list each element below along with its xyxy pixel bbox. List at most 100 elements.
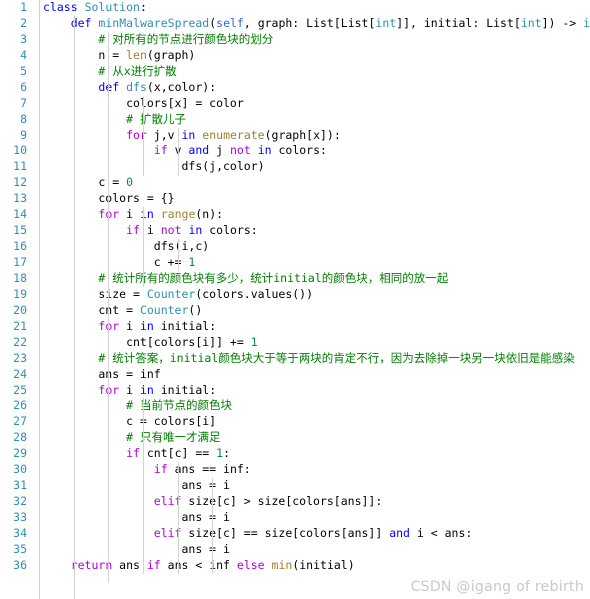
line-number: 15 xyxy=(13,223,27,238)
code-line[interactable]: 13 colors = {} xyxy=(0,191,590,207)
line-number: 18 xyxy=(13,270,27,285)
code-line-text: cnt[colors[i]] += 1 xyxy=(43,334,258,349)
code-line-text: return ans if ans < inf else min(initial… xyxy=(70,557,355,572)
code-line-text: ans = i xyxy=(43,478,230,493)
code-line-text: if cnt[c] == 1: xyxy=(126,446,230,461)
code-line-text: # 对所有的节点进行颜色块的划分 xyxy=(98,31,274,46)
code-line-text: for i in initial: xyxy=(98,382,217,397)
line-number: 14 xyxy=(13,207,27,222)
line-number: 30 xyxy=(13,462,27,477)
indent-guide xyxy=(143,398,144,574)
code-lines-container[interactable]: 1 class Solution: 2 def minMalwareSpread(s… xyxy=(0,0,590,574)
code-line[interactable]: 21 for i in initial: xyxy=(0,319,590,335)
code-line-text: c = colors[i] xyxy=(43,414,217,429)
line-number: 9 xyxy=(20,127,27,142)
line-number: 17 xyxy=(13,255,27,269)
line-number: 11 xyxy=(13,159,27,174)
line-number: 24 xyxy=(13,366,27,381)
code-line[interactable]: 34 elif size[c] == size[colors[ans]] and… xyxy=(0,526,590,542)
code-line-text: # 统计答案，initial颜色块大于等于两块的肯定不行，因为去除掉一块另一块依… xyxy=(98,350,575,365)
code-line[interactable]: 23 # 统计答案，initial颜色块大于等于两块的肯定不行，因为去除掉一块另… xyxy=(0,351,590,367)
code-line[interactable]: 5 # 从x进行扩散 xyxy=(0,64,590,80)
code-line[interactable]: 7 colors[x] = color xyxy=(0,96,590,112)
line-number: 26 xyxy=(13,398,27,413)
code-line[interactable]: 28 # 只有唯一才满足 xyxy=(0,430,590,446)
code-line[interactable]: 6 def dfs(x,color): xyxy=(0,80,590,96)
indent-guide xyxy=(178,239,179,271)
code-line[interactable]: 20 cnt = Counter() xyxy=(0,303,590,319)
line-number: 16 xyxy=(13,239,27,254)
indent-guide xyxy=(143,207,144,287)
code-line-text: # 只有唯一才满足 xyxy=(126,430,221,445)
code-line[interactable]: 15 if i not in colors: xyxy=(0,223,590,239)
line-number: 21 xyxy=(13,318,27,333)
line-number: 12 xyxy=(13,175,27,190)
code-line-text: def dfs(x,color): xyxy=(98,79,217,94)
indent-guide xyxy=(108,32,109,583)
line-number: 7 xyxy=(20,95,27,110)
indent-guide xyxy=(39,0,40,599)
code-line[interactable]: 12 c = 0 xyxy=(0,175,590,191)
code-line[interactable]: 17 c += 1 xyxy=(0,255,590,271)
code-line[interactable]: 27 c = colors[i] xyxy=(0,414,590,430)
line-number: 28 xyxy=(13,430,27,445)
line-number: 35 xyxy=(13,541,27,556)
line-number: 23 xyxy=(13,350,27,365)
code-line[interactable]: 26 # 当前节点的颜色块 xyxy=(0,398,590,414)
line-number: 22 xyxy=(13,334,27,349)
line-number: 32 xyxy=(13,494,27,509)
code-line-text: n = len(graph) xyxy=(43,47,196,62)
indent-guide xyxy=(143,96,144,176)
code-line[interactable]: 9 for j,v in enumerate(graph[x]): xyxy=(0,128,590,144)
line-number: 1 xyxy=(20,0,27,14)
code-line[interactable]: 14 for i in range(n): xyxy=(0,207,590,223)
code-line[interactable]: 10 if v and j not in colors: xyxy=(0,143,590,159)
code-line[interactable]: 31 ans = i xyxy=(0,478,590,494)
line-number: 33 xyxy=(13,510,27,524)
code-line[interactable]: 29 if cnt[c] == 1: xyxy=(0,446,590,462)
code-line-text: # 当前节点的颜色块 xyxy=(126,398,232,413)
code-line-text: ans = i xyxy=(43,541,230,556)
code-line[interactable]: 19 size = Counter(colors.values()) xyxy=(0,287,590,303)
code-line-text: # 从x进行扩散 xyxy=(98,63,177,78)
code-line-text: class Solution: xyxy=(43,0,147,14)
line-number: 34 xyxy=(13,525,27,540)
code-line[interactable]: 33 ans = i xyxy=(0,510,590,526)
code-line[interactable]: 16 dfs(i,c) xyxy=(0,239,590,255)
code-line-text: size = Counter(colors.values()) xyxy=(43,286,314,301)
code-line[interactable]: 11 dfs(j,color) xyxy=(0,159,590,175)
line-number: 3 xyxy=(20,31,27,46)
code-line-text: # 统计所有的颜色块有多少，统计initial的颜色块，相同的放一起 xyxy=(98,270,449,285)
code-line-text: dfs(i,c) xyxy=(43,239,210,254)
code-line[interactable]: 35 ans = i xyxy=(0,542,590,558)
code-line-text: # 扩散儿子 xyxy=(126,111,186,126)
code-line[interactable]: 2 def minMalwareSpread(self, graph: List… xyxy=(0,16,590,32)
code-line[interactable]: 4 n = len(graph) xyxy=(0,48,590,64)
line-number: 10 xyxy=(13,143,27,158)
code-line[interactable]: 24 ans = inf xyxy=(0,367,590,383)
code-line[interactable]: 36 return ans if ans < inf else min(init… xyxy=(0,558,590,574)
line-number: 27 xyxy=(13,414,27,429)
code-line-text: cnt = Counter() xyxy=(43,302,203,317)
indent-guide xyxy=(74,16,75,599)
code-line[interactable]: 18 # 统计所有的颜色块有多少，统计initial的颜色块，相同的放一起 xyxy=(0,271,590,287)
code-line[interactable]: 25 for i in initial: xyxy=(0,383,590,399)
code-editor[interactable]: 1 class Solution: 2 def minMalwareSpread(s… xyxy=(0,0,590,599)
code-line[interactable]: 3 # 对所有的节点进行颜色块的划分 xyxy=(0,32,590,48)
line-number: 6 xyxy=(20,79,27,94)
line-number: 4 xyxy=(20,47,27,62)
code-line-text: ans = i xyxy=(43,510,230,524)
line-number: 19 xyxy=(13,286,27,301)
code-line[interactable]: 8 # 扩散儿子 xyxy=(0,112,590,128)
code-line[interactable]: 32 elif size[c] > size[colors[ans]]: xyxy=(0,494,590,510)
code-line[interactable]: 22 cnt[colors[i]] += 1 xyxy=(0,335,590,351)
indent-guide xyxy=(178,128,179,176)
code-line[interactable]: 30 if ans == inf: xyxy=(0,462,590,478)
indent-guide xyxy=(178,462,179,574)
code-line-text: dfs(j,color) xyxy=(43,159,265,174)
code-line-text: for i in initial: xyxy=(98,318,217,333)
line-number: 5 xyxy=(20,63,27,78)
indent-guide xyxy=(212,478,213,574)
code-line-text: c += 1 xyxy=(43,255,196,269)
code-line[interactable]: 1 class Solution: xyxy=(0,0,590,16)
